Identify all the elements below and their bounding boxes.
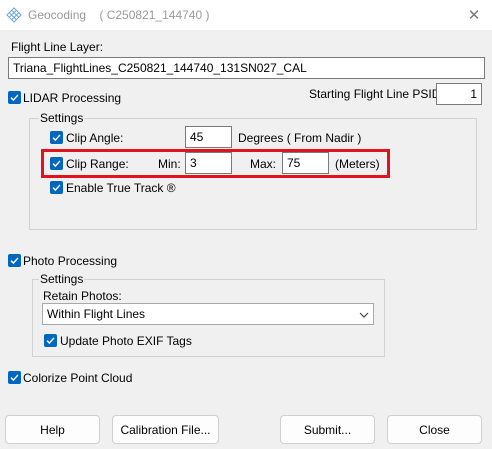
clip-range-min-field[interactable]: 3 <box>185 152 232 174</box>
diamond-grid-icon <box>6 7 22 23</box>
retain-photos-dropdown[interactable]: Within Flight Lines <box>42 303 374 325</box>
window-title: Geocoding ( C250821_144740 ) <box>28 8 210 22</box>
flight-line-layer-label: Flight Line Layer: <box>11 40 104 54</box>
photo-processing-label: Photo Processing <box>23 254 118 268</box>
clip-range-min-label: Min: <box>158 157 181 171</box>
help-button[interactable]: Help <box>5 415 100 444</box>
colorize-label: Colorize Point Cloud <box>23 371 133 385</box>
clip-range-label: Clip Range: <box>66 157 129 171</box>
photo-processing-checkbox[interactable] <box>8 254 21 267</box>
clip-range-unit: (Meters) <box>335 157 380 171</box>
checkmark-icon <box>10 374 19 382</box>
chevron-down-icon <box>359 312 369 318</box>
lidar-processing-label: LIDAR Processing <box>23 91 122 105</box>
clip-angle-checkbox[interactable] <box>50 131 63 144</box>
close-window-icon[interactable]: ✕ <box>456 0 492 30</box>
lidar-processing-checkbox[interactable] <box>8 91 21 104</box>
submit-button[interactable]: Submit... <box>280 415 375 444</box>
colorize-checkbox[interactable] <box>8 371 21 384</box>
clip-angle-label: Clip Angle: <box>66 131 124 145</box>
exif-tags-label: Update Photo EXIF Tags <box>60 334 192 348</box>
clip-range-checkbox[interactable] <box>50 157 63 170</box>
checkmark-icon <box>52 160 61 168</box>
clip-angle-field[interactable]: 45 <box>185 126 232 148</box>
flight-line-layer-field[interactable]: Triana_FlightLines_C250821_144740_131SN0… <box>8 57 485 79</box>
close-button[interactable]: Close <box>387 415 482 444</box>
checkmark-icon <box>10 94 19 102</box>
exif-tags-checkbox[interactable] <box>44 334 57 347</box>
clip-range-max-label: Max: <box>250 157 277 171</box>
checkmark-icon <box>10 257 19 265</box>
lidar-settings-title: Settings <box>39 111 85 125</box>
photo-settings-title: Settings <box>39 272 85 286</box>
psid-field[interactable]: 1 <box>436 83 482 105</box>
true-track-checkbox[interactable] <box>50 181 63 194</box>
psid-label: Starting Flight Line PSID: <box>309 87 444 101</box>
retain-photos-label: Retain Photos: <box>43 289 122 303</box>
retain-photos-value: Within Flight Lines <box>47 307 146 321</box>
clip-range-max-field[interactable]: 75 <box>282 152 329 174</box>
calibration-file-button[interactable]: Calibration File... <box>112 415 219 444</box>
checkmark-icon <box>52 184 61 192</box>
checkmark-icon <box>46 337 55 345</box>
checkmark-icon <box>52 134 61 142</box>
clip-angle-unit: Degrees ( From Nadir ) <box>238 131 362 145</box>
true-track-label: Enable True Track ® <box>66 181 176 195</box>
